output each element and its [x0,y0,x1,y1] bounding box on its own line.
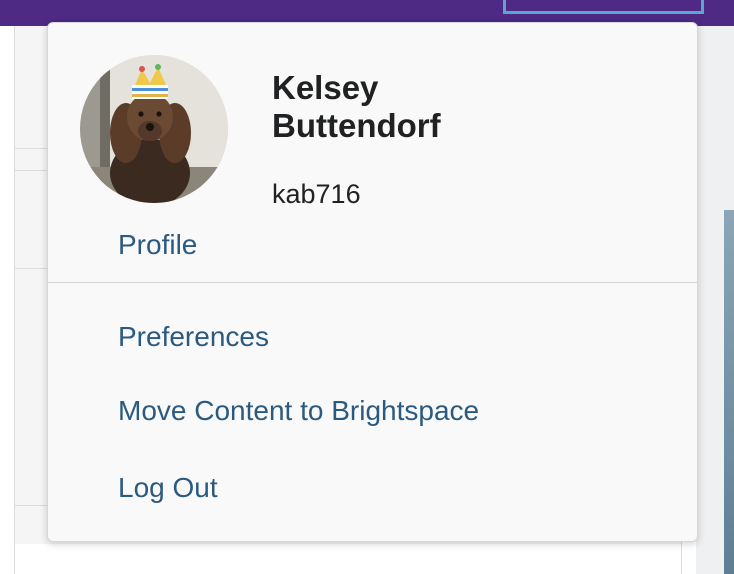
user-dropdown-menu: Kelsey Buttendorf kab716 Profile Prefere… [47,22,698,542]
log-out-link[interactable]: Log Out [118,472,218,504]
menu-divider [48,282,697,283]
profile-link[interactable]: Profile [118,229,197,261]
user-full-name: Kelsey Buttendorf [272,69,441,144]
dog-photo-avatar-icon [80,55,228,203]
background-image-edge [724,210,734,574]
dropdown-caret [651,35,673,46]
move-content-to-brightspace-link[interactable]: Move Content to Brightspace [118,395,479,427]
background-bottom-area [14,544,682,574]
username: kab716 [272,179,361,209]
user-menu-trigger[interactable] [503,0,704,14]
preferences-link[interactable]: Preferences [118,321,269,353]
avatar [80,55,228,203]
